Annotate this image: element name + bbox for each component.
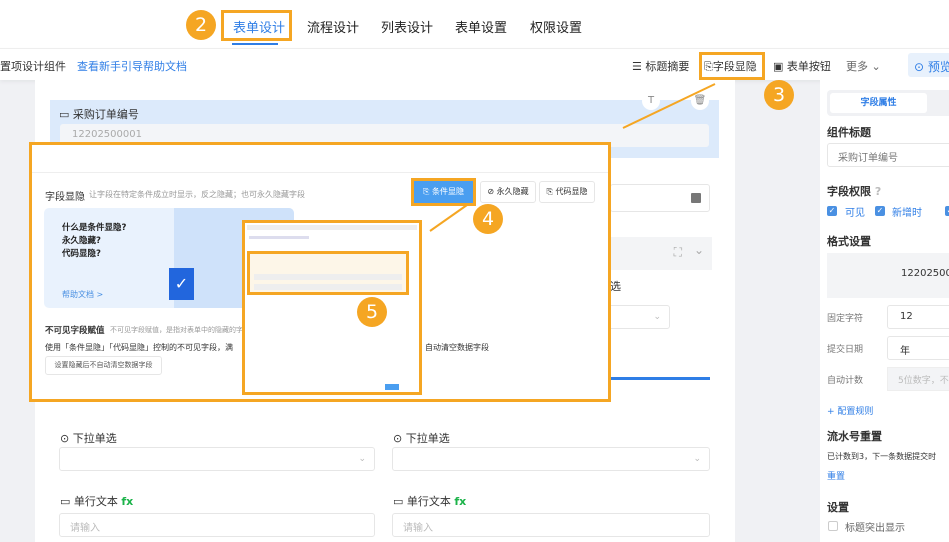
placeholder-line	[249, 236, 309, 239]
confirm-mini-button	[385, 384, 399, 390]
step-badge-2: 2	[186, 10, 216, 40]
tab-flow-design[interactable]: 流程设计	[307, 17, 359, 36]
serial-icon: ▭	[59, 108, 73, 121]
form-buttons-button[interactable]: ▣ 表单按钮	[773, 58, 831, 74]
title-input[interactable]: 采购订单编号	[827, 143, 949, 167]
step-badge-4: 4	[473, 204, 503, 234]
section-title: 字段权限 ?	[827, 185, 882, 198]
faq-list: 什么是条件显隐? 永久隐藏? 代码显隐?	[62, 223, 127, 259]
background-input	[610, 184, 710, 212]
list-icon: ☰	[632, 60, 646, 73]
nested-screenshot	[242, 220, 422, 395]
tab-underline	[232, 43, 278, 45]
subform-header: ⛶ ⌄	[598, 237, 712, 270]
section-title: 流水号重置	[827, 430, 882, 443]
counter-input: 5位数字，不	[887, 367, 949, 391]
visibility-popup: 字段显隐 让字段在特定条件成立时显示，反之隐藏；也可永久隐藏字段 ⎘ 条件显隐 …	[29, 142, 611, 402]
dropdown-select[interactable]: ⌄	[59, 447, 375, 471]
dropdown-icon: ⊙	[60, 432, 73, 445]
eye-off-icon: ⊘	[487, 187, 497, 196]
invisible-title: 不可见字段赋值	[45, 326, 105, 336]
field-visibility-button[interactable]: ⎘字段显隐	[704, 58, 757, 74]
checkbox[interactable]: ✓	[945, 206, 949, 216]
checkbox-label: 新增时	[892, 208, 922, 219]
code-visibility-button[interactable]: ⎘ 代码显隐	[539, 181, 595, 203]
arrow-pointer	[622, 83, 716, 129]
toolbar-text: 置项设计组件	[0, 60, 66, 73]
checkbox-label: 可见	[845, 208, 865, 219]
chevron-down-icon: ⌄	[693, 243, 704, 257]
popup-desc: 让字段在特定条件成立时显示，反之隐藏；也可永久隐藏字段	[89, 190, 305, 199]
section-title: 格式设置	[827, 235, 871, 248]
format-preview: 122025000	[827, 253, 949, 298]
placeholder-line	[254, 284, 402, 290]
checkbox-label: 标题突出显示	[845, 523, 905, 534]
conditions-box	[247, 251, 409, 295]
placeholder-line	[247, 225, 417, 230]
invisible-line: 自动清空数据字段	[425, 343, 489, 352]
tab-list-design[interactable]: 列表设计	[381, 17, 433, 36]
section-title: 组件标题	[827, 126, 871, 139]
serial-desc: 已计数到3，下一条数据提交时	[827, 452, 937, 461]
permanent-hide-button[interactable]: ⊘ 永久隐藏	[480, 181, 536, 203]
field-label: ▭ 单行文本 fx	[60, 495, 134, 508]
play-icon: ⊙	[914, 60, 928, 74]
help-doc-link[interactable]: 帮助文档 >	[62, 289, 103, 300]
step-badge-5: 5	[357, 297, 387, 327]
more-dropdown[interactable]: 更多 ⌄	[846, 58, 881, 74]
dropdown-icon: ⊙	[393, 432, 406, 445]
step-badge-3: 3	[764, 80, 794, 110]
popup-title: 字段显隐	[45, 192, 85, 203]
invisible-desc: 不可见字段赋值，是指对表单中的隐藏的字	[110, 326, 243, 334]
text-input[interactable]: 请输入	[59, 513, 375, 537]
tab-field-properties[interactable]: 字段属性	[830, 93, 927, 113]
placeholder-line	[254, 274, 402, 280]
help-doc-link[interactable]: 查看新手引导帮助文档	[77, 58, 187, 74]
checkmark-icon: ✓	[169, 268, 194, 300]
dropdown-select[interactable]: ⌄	[392, 447, 710, 471]
on-create-checkbox[interactable]: ✓	[875, 206, 885, 216]
visible-checkbox[interactable]: ✓	[827, 206, 837, 216]
no-clear-button[interactable]: 设置隐藏后不自动清空数据字段	[45, 356, 162, 375]
tab-form-design[interactable]: 表单设计	[233, 17, 285, 36]
invisible-line: 使用「条件显隐」「代码显隐」控制的不可见字段，满	[45, 343, 233, 352]
add-rule-link[interactable]: + 配置规则	[827, 404, 873, 417]
field-label: ▭ 单行文本 fx	[393, 495, 467, 508]
conditional-visibility-button[interactable]: ⎘ 条件显隐	[414, 181, 473, 203]
highlight-title-checkbox[interactable]	[828, 521, 838, 531]
text-icon: ▭	[393, 495, 407, 508]
date-select[interactable]: 年	[887, 336, 949, 360]
panel-tabs: 字段属性	[827, 90, 949, 116]
arrow-pointer	[429, 204, 468, 232]
toolbar: 置项设计组件 查看新手引导帮助文档 ☰ 标题摘要 ⎘字段显隐 ▣ 表单按钮 更多…	[0, 48, 949, 80]
properties-panel: 字段属性 组件标题 采购订单编号 字段权限 ? ✓ 可见 ✓ 新增时 ✓ 格式设…	[820, 80, 949, 542]
text-icon: ▭	[60, 495, 74, 508]
doc-icon: ⎘	[423, 187, 432, 196]
field-label: ⊙ 下拉单选	[60, 432, 117, 445]
field-label: ⊙ 下拉单选	[393, 432, 450, 445]
preview-button[interactable]: ⊙ 预览	[908, 53, 949, 77]
expand-icon: ⛶	[673, 245, 682, 259]
button-icon: ▣	[773, 60, 787, 73]
top-nav: 2 表单设计 流程设计 列表设计 表单设置 权限设置	[0, 0, 949, 48]
partial-label: 选	[610, 280, 621, 293]
help-icon	[691, 193, 701, 203]
text-input[interactable]: 请输入	[392, 513, 710, 537]
chevron-down-icon: ⌄	[693, 454, 701, 464]
visibility-icon: ⎘	[704, 60, 713, 73]
tab-permissions[interactable]: 权限设置	[530, 17, 582, 36]
row-label: 固定字符	[827, 314, 864, 324]
fixed-char-input[interactable]: 12	[887, 305, 949, 329]
field-label: ▭ 采购订单编号	[59, 108, 139, 121]
divider	[610, 377, 710, 380]
divider	[32, 172, 608, 173]
section-title: 设置	[827, 501, 849, 514]
reset-link[interactable]: 重置	[827, 469, 845, 482]
chevron-down-icon: ⌄	[358, 454, 366, 464]
help-icon: ?	[874, 185, 882, 198]
title-summary-button[interactable]: ☰ 标题摘要	[632, 58, 689, 74]
row-label: 提交日期	[827, 345, 864, 355]
row-label: 自动计数	[827, 376, 864, 386]
tab-form-settings[interactable]: 表单设置	[455, 17, 507, 36]
